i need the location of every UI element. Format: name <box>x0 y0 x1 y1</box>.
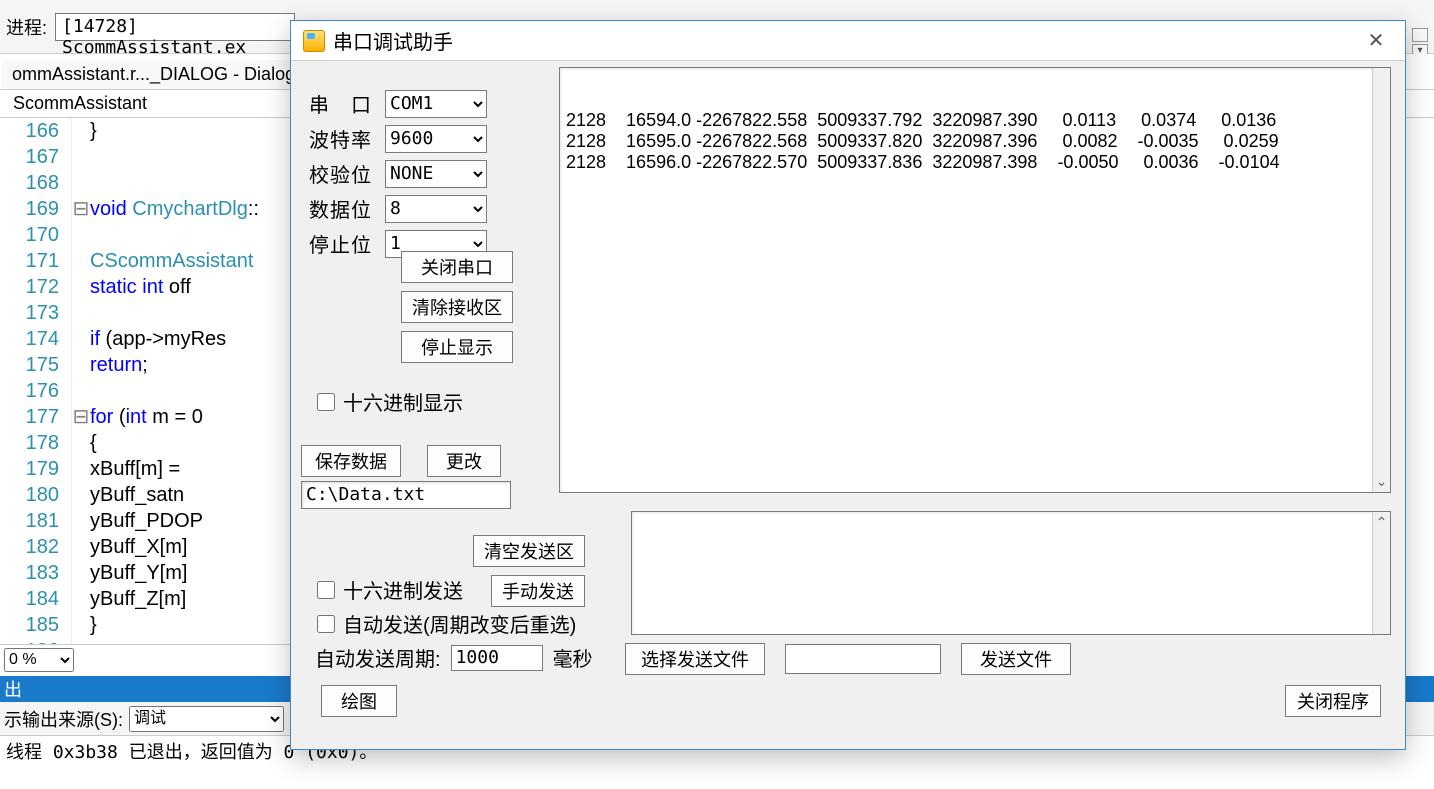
hex-send-checkbox[interactable]: 十六进制发送 <box>317 575 463 604</box>
clear-recv-button[interactable]: 清除接收区 <box>401 291 513 323</box>
zoom-dropdown[interactable]: 0 % <box>4 648 74 672</box>
auto-send-box[interactable] <box>317 615 335 633</box>
auto-send-checkbox[interactable]: 自动发送(周期改变后重选) <box>317 609 576 638</box>
serial-config: 串口COM1 波特率9600 校验位NONE 数据位8 停止位1 <box>309 89 549 264</box>
baud-label: 波特率 <box>309 124 385 153</box>
clear-send-button[interactable]: 清空发送区 <box>473 535 585 567</box>
send-button-col: 清空发送区 手动发送 <box>473 535 585 607</box>
fold-column[interactable]: ⊟ ⊟ <box>72 118 90 664</box>
document-tab[interactable]: ommAssistant.r..._DIALOG - Dialog <box>2 60 305 89</box>
code-text[interactable]: } void CmychartDlg:: CScommAssistant sta… <box>90 118 259 664</box>
line-gutter: 1661671681691701711721731741751761771781… <box>0 118 72 664</box>
receive-area[interactable]: 2128 16594.0 -2267822.558 5009337.792 32… <box>559 67 1391 493</box>
period-input[interactable] <box>451 645 543 671</box>
serial-dialog: 串口调试助手 ✕ 串口COM1 波特率9600 校验位NONE 数据位8 停止位… <box>290 20 1406 750</box>
period-label: 自动发送周期: <box>315 643 441 672</box>
change-path-button[interactable]: 更改 <box>427 445 501 477</box>
period-unit: 毫秒 <box>553 643 593 672</box>
close-port-button[interactable]: 关闭串口 <box>401 251 513 283</box>
dialog-titlebar[interactable]: 串口调试助手 ✕ <box>291 21 1405 61</box>
save-data-button[interactable]: 保存数据 <box>301 445 401 477</box>
databits-select[interactable]: 8 <box>385 195 487 223</box>
choose-file-button[interactable]: 选择发送文件 <box>625 643 765 675</box>
close-program-button[interactable]: 关闭程序 <box>1285 685 1381 717</box>
hex-send-box[interactable] <box>317 581 335 599</box>
process-dropdown[interactable]: [14728] ScommAssistant.ex <box>55 13 295 41</box>
hex-display-label: 十六进制显示 <box>343 387 463 416</box>
recv-scrollbar[interactable]: ⌄ <box>1372 68 1390 492</box>
parity-label: 校验位 <box>309 159 385 188</box>
period-row: 自动发送周期: 毫秒 <box>315 643 593 672</box>
zoom-row: 0 % <box>0 644 290 674</box>
baud-select[interactable]: 9600 <box>385 125 487 153</box>
dialog-title: 串口调试助手 <box>333 26 1359 55</box>
save-row: 保存数据 更改 <box>301 445 501 477</box>
breadcrumb-item[interactable]: ScommAssistant <box>6 92 154 115</box>
hex-send-label: 十六进制发送 <box>343 575 463 604</box>
hex-display-checkbox[interactable]: 十六进制显示 <box>317 387 463 416</box>
auto-send-label: 自动发送(周期改变后重选) <box>343 609 576 638</box>
port-label: 串口 <box>309 89 385 118</box>
output-source-label: 示输出来源(S): <box>4 706 123 732</box>
dialog-body: 串口COM1 波特率9600 校验位NONE 数据位8 停止位1 关闭串口 清除… <box>291 61 1405 749</box>
close-icon[interactable]: ✕ <box>1359 26 1393 56</box>
send-textarea[interactable]: ⌃ <box>631 511 1391 635</box>
port-buttons: 关闭串口 清除接收区 停止显示 <box>401 251 513 363</box>
hex-display-box[interactable] <box>317 393 335 411</box>
file-path-field[interactable] <box>785 644 941 674</box>
plot-button[interactable]: 绘图 <box>321 685 397 717</box>
app-icon <box>303 30 325 52</box>
receive-text: 2128 16594.0 -2267822.558 5009337.792 32… <box>566 110 1384 173</box>
scroll-up-icon[interactable]: ⌃ <box>1376 514 1388 531</box>
save-path-field[interactable]: C:\Data.txt <box>301 481 511 509</box>
manual-send-button[interactable]: 手动发送 <box>491 575 585 607</box>
process-label: 进程: <box>6 14 47 40</box>
databits-label: 数据位 <box>309 194 385 223</box>
parity-select[interactable]: NONE <box>385 160 487 188</box>
send-file-button[interactable]: 发送文件 <box>961 643 1071 675</box>
output-source-dropdown[interactable]: 调试 <box>129 706 284 732</box>
stopbits-label: 停止位 <box>309 229 385 258</box>
mini-btn[interactable] <box>1412 28 1428 42</box>
scroll-down-icon[interactable]: ⌄ <box>1376 473 1388 490</box>
file-row: 选择发送文件 发送文件 <box>625 643 1071 675</box>
port-select[interactable]: COM1 <box>385 90 487 118</box>
send-scrollbar[interactable]: ⌃ <box>1372 512 1390 634</box>
stop-display-button[interactable]: 停止显示 <box>401 331 513 363</box>
